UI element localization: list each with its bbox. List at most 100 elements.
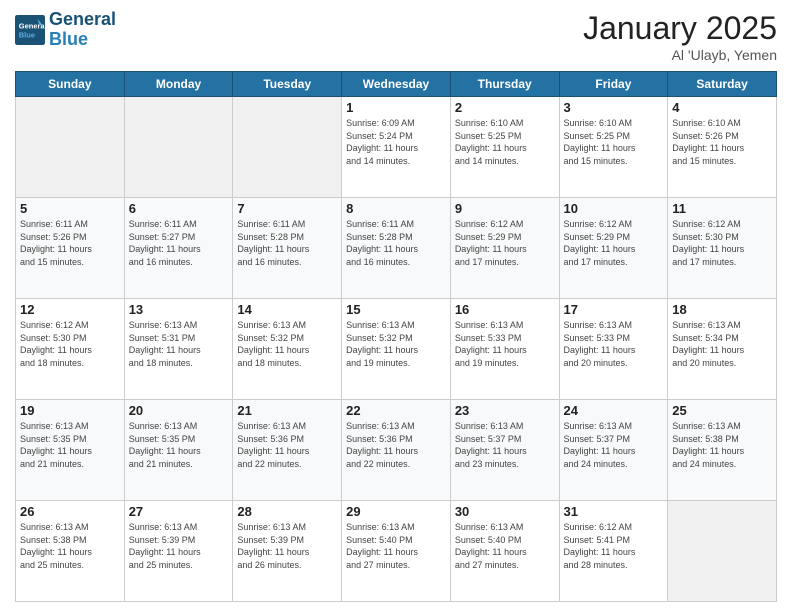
day-number: 24	[564, 403, 664, 418]
day-info: Sunrise: 6:12 AM Sunset: 5:30 PM Dayligh…	[672, 218, 772, 268]
logo-icon: General Blue	[15, 15, 45, 45]
logo-text: General Blue	[49, 10, 116, 50]
day-info: Sunrise: 6:10 AM Sunset: 5:26 PM Dayligh…	[672, 117, 772, 167]
calendar-week-row: 1Sunrise: 6:09 AM Sunset: 5:24 PM Daylig…	[16, 97, 777, 198]
col-friday: Friday	[559, 72, 668, 97]
calendar-page: General Blue General Blue January 2025 A…	[0, 0, 792, 612]
calendar-week-row: 19 Sunrise: 6:13 AM Sunset: 5:35 PM Dayli…	[16, 400, 777, 501]
calendar-cell: 14Sunrise: 6:13 AM Sunset: 5:32 PM Dayli…	[233, 299, 342, 400]
day-number: 4	[672, 100, 772, 115]
calendar-body: 1Sunrise: 6:09 AM Sunset: 5:24 PM Daylig…	[16, 97, 777, 602]
calendar-cell: 24 Sunrise: 6:13 AM Sunset: 5:37 PM Dayli…	[559, 400, 668, 501]
day-number: 17	[564, 302, 664, 317]
calendar-cell: 31 Sunrise: 6:12 AM Sunset: 5:41 PM Dayli…	[559, 501, 668, 602]
day-info: Sunrise: 6:13 AM Sunset: 5:38 PM Dayligh…	[20, 521, 120, 571]
calendar-cell: 27 Sunrise: 6:13 AM Sunset: 5:39 PM Dayli…	[124, 501, 233, 602]
day-number: 16	[455, 302, 555, 317]
day-info: Sunrise: 6:11 AM Sunset: 5:28 PM Dayligh…	[346, 218, 446, 268]
col-tuesday: Tuesday	[233, 72, 342, 97]
calendar-cell	[124, 97, 233, 198]
calendar-cell: 13Sunrise: 6:13 AM Sunset: 5:31 PM Dayli…	[124, 299, 233, 400]
col-monday: Monday	[124, 72, 233, 97]
day-number: 31	[564, 504, 664, 519]
day-info: Sunrise: 6:12 AM Sunset: 5:30 PM Dayligh…	[20, 319, 120, 369]
day-number: 19	[20, 403, 120, 418]
calendar-cell: 17 Sunrise: 6:13 AM Sunset: 5:33 PM Dayli…	[559, 299, 668, 400]
calendar-cell	[668, 501, 777, 602]
day-number: 23	[455, 403, 555, 418]
day-info: Sunrise: 6:11 AM Sunset: 5:28 PM Dayligh…	[237, 218, 337, 268]
col-saturday: Saturday	[668, 72, 777, 97]
day-info: Sunrise: 6:13 AM Sunset: 5:33 PM Dayligh…	[564, 319, 664, 369]
day-info: Sunrise: 6:13 AM Sunset: 5:34 PM Dayligh…	[672, 319, 772, 369]
day-info: Sunrise: 6:12 AM Sunset: 5:29 PM Dayligh…	[455, 218, 555, 268]
calendar-cell: 18Sunrise: 6:13 AM Sunset: 5:34 PM Dayli…	[668, 299, 777, 400]
day-number: 22	[346, 403, 446, 418]
calendar-cell: 16Sunrise: 6:13 AM Sunset: 5:33 PM Dayli…	[450, 299, 559, 400]
day-info: Sunrise: 6:10 AM Sunset: 5:25 PM Dayligh…	[564, 117, 664, 167]
calendar-cell: 4 Sunrise: 6:10 AM Sunset: 5:26 PM Daylig…	[668, 97, 777, 198]
day-number: 21	[237, 403, 337, 418]
calendar-cell: 3Sunrise: 6:10 AM Sunset: 5:25 PM Daylig…	[559, 97, 668, 198]
day-info: Sunrise: 6:13 AM Sunset: 5:37 PM Dayligh…	[455, 420, 555, 470]
day-info: Sunrise: 6:13 AM Sunset: 5:36 PM Dayligh…	[346, 420, 446, 470]
day-number: 27	[129, 504, 229, 519]
calendar-cell: 9 Sunrise: 6:12 AM Sunset: 5:29 PM Daylig…	[450, 198, 559, 299]
calendar-week-row: 26 Sunrise: 6:13 AM Sunset: 5:38 PM Dayli…	[16, 501, 777, 602]
col-sunday: Sunday	[16, 72, 125, 97]
calendar-header-row: Sunday Monday Tuesday Wednesday Thursday…	[16, 72, 777, 97]
day-info: Sunrise: 6:13 AM Sunset: 5:39 PM Dayligh…	[129, 521, 229, 571]
day-number: 26	[20, 504, 120, 519]
calendar-cell: 26 Sunrise: 6:13 AM Sunset: 5:38 PM Dayli…	[16, 501, 125, 602]
day-info: Sunrise: 6:13 AM Sunset: 5:38 PM Dayligh…	[672, 420, 772, 470]
day-info: Sunrise: 6:12 AM Sunset: 5:41 PM Dayligh…	[564, 521, 664, 571]
day-number: 25	[672, 403, 772, 418]
svg-text:Blue: Blue	[19, 30, 35, 39]
day-number: 2	[455, 100, 555, 115]
day-info: Sunrise: 6:13 AM Sunset: 5:32 PM Dayligh…	[346, 319, 446, 369]
calendar-cell: 22 Sunrise: 6:13 AM Sunset: 5:36 PM Dayli…	[342, 400, 451, 501]
calendar-cell	[233, 97, 342, 198]
col-thursday: Thursday	[450, 72, 559, 97]
col-wednesday: Wednesday	[342, 72, 451, 97]
calendar-cell: 1Sunrise: 6:09 AM Sunset: 5:24 PM Daylig…	[342, 97, 451, 198]
calendar-cell: 5 Sunrise: 6:11 AM Sunset: 5:26 PM Daylig…	[16, 198, 125, 299]
calendar-cell: 15 Sunrise: 6:13 AM Sunset: 5:32 PM Dayli…	[342, 299, 451, 400]
day-number: 28	[237, 504, 337, 519]
calendar-cell: 21Sunrise: 6:13 AM Sunset: 5:36 PM Dayli…	[233, 400, 342, 501]
location-subtitle: Al 'Ulayb, Yemen	[583, 47, 777, 63]
calendar-week-row: 12 Sunrise: 6:12 AM Sunset: 5:30 PM Dayli…	[16, 299, 777, 400]
day-number: 10	[564, 201, 664, 216]
day-number: 11	[672, 201, 772, 216]
calendar-week-row: 5 Sunrise: 6:11 AM Sunset: 5:26 PM Daylig…	[16, 198, 777, 299]
day-number: 6	[129, 201, 229, 216]
day-info: Sunrise: 6:13 AM Sunset: 5:39 PM Dayligh…	[237, 521, 337, 571]
day-number: 15	[346, 302, 446, 317]
calendar-cell: 19 Sunrise: 6:13 AM Sunset: 5:35 PM Dayli…	[16, 400, 125, 501]
calendar-cell: 7Sunrise: 6:11 AM Sunset: 5:28 PM Daylig…	[233, 198, 342, 299]
day-number: 12	[20, 302, 120, 317]
day-number: 9	[455, 201, 555, 216]
day-info: Sunrise: 6:13 AM Sunset: 5:35 PM Dayligh…	[129, 420, 229, 470]
svg-text:General: General	[19, 21, 45, 30]
day-number: 8	[346, 201, 446, 216]
month-title: January 2025	[583, 10, 777, 47]
day-info: Sunrise: 6:12 AM Sunset: 5:29 PM Dayligh…	[564, 218, 664, 268]
calendar-cell: 25 Sunrise: 6:13 AM Sunset: 5:38 PM Dayli…	[668, 400, 777, 501]
calendar-table: Sunday Monday Tuesday Wednesday Thursday…	[15, 71, 777, 602]
day-info: Sunrise: 6:11 AM Sunset: 5:26 PM Dayligh…	[20, 218, 120, 268]
day-info: Sunrise: 6:13 AM Sunset: 5:35 PM Dayligh…	[20, 420, 120, 470]
calendar-cell: 6Sunrise: 6:11 AM Sunset: 5:27 PM Daylig…	[124, 198, 233, 299]
day-number: 1	[346, 100, 446, 115]
day-number: 29	[346, 504, 446, 519]
calendar-cell: 8 Sunrise: 6:11 AM Sunset: 5:28 PM Daylig…	[342, 198, 451, 299]
calendar-cell: 2Sunrise: 6:10 AM Sunset: 5:25 PM Daylig…	[450, 97, 559, 198]
day-number: 20	[129, 403, 229, 418]
calendar-cell: 12 Sunrise: 6:12 AM Sunset: 5:30 PM Dayli…	[16, 299, 125, 400]
calendar-cell: 28 Sunrise: 6:13 AM Sunset: 5:39 PM Dayli…	[233, 501, 342, 602]
day-number: 5	[20, 201, 120, 216]
day-info: Sunrise: 6:13 AM Sunset: 5:37 PM Dayligh…	[564, 420, 664, 470]
day-info: Sunrise: 6:13 AM Sunset: 5:40 PM Dayligh…	[346, 521, 446, 571]
day-number: 14	[237, 302, 337, 317]
calendar-cell: 11 Sunrise: 6:12 AM Sunset: 5:30 PM Dayli…	[668, 198, 777, 299]
